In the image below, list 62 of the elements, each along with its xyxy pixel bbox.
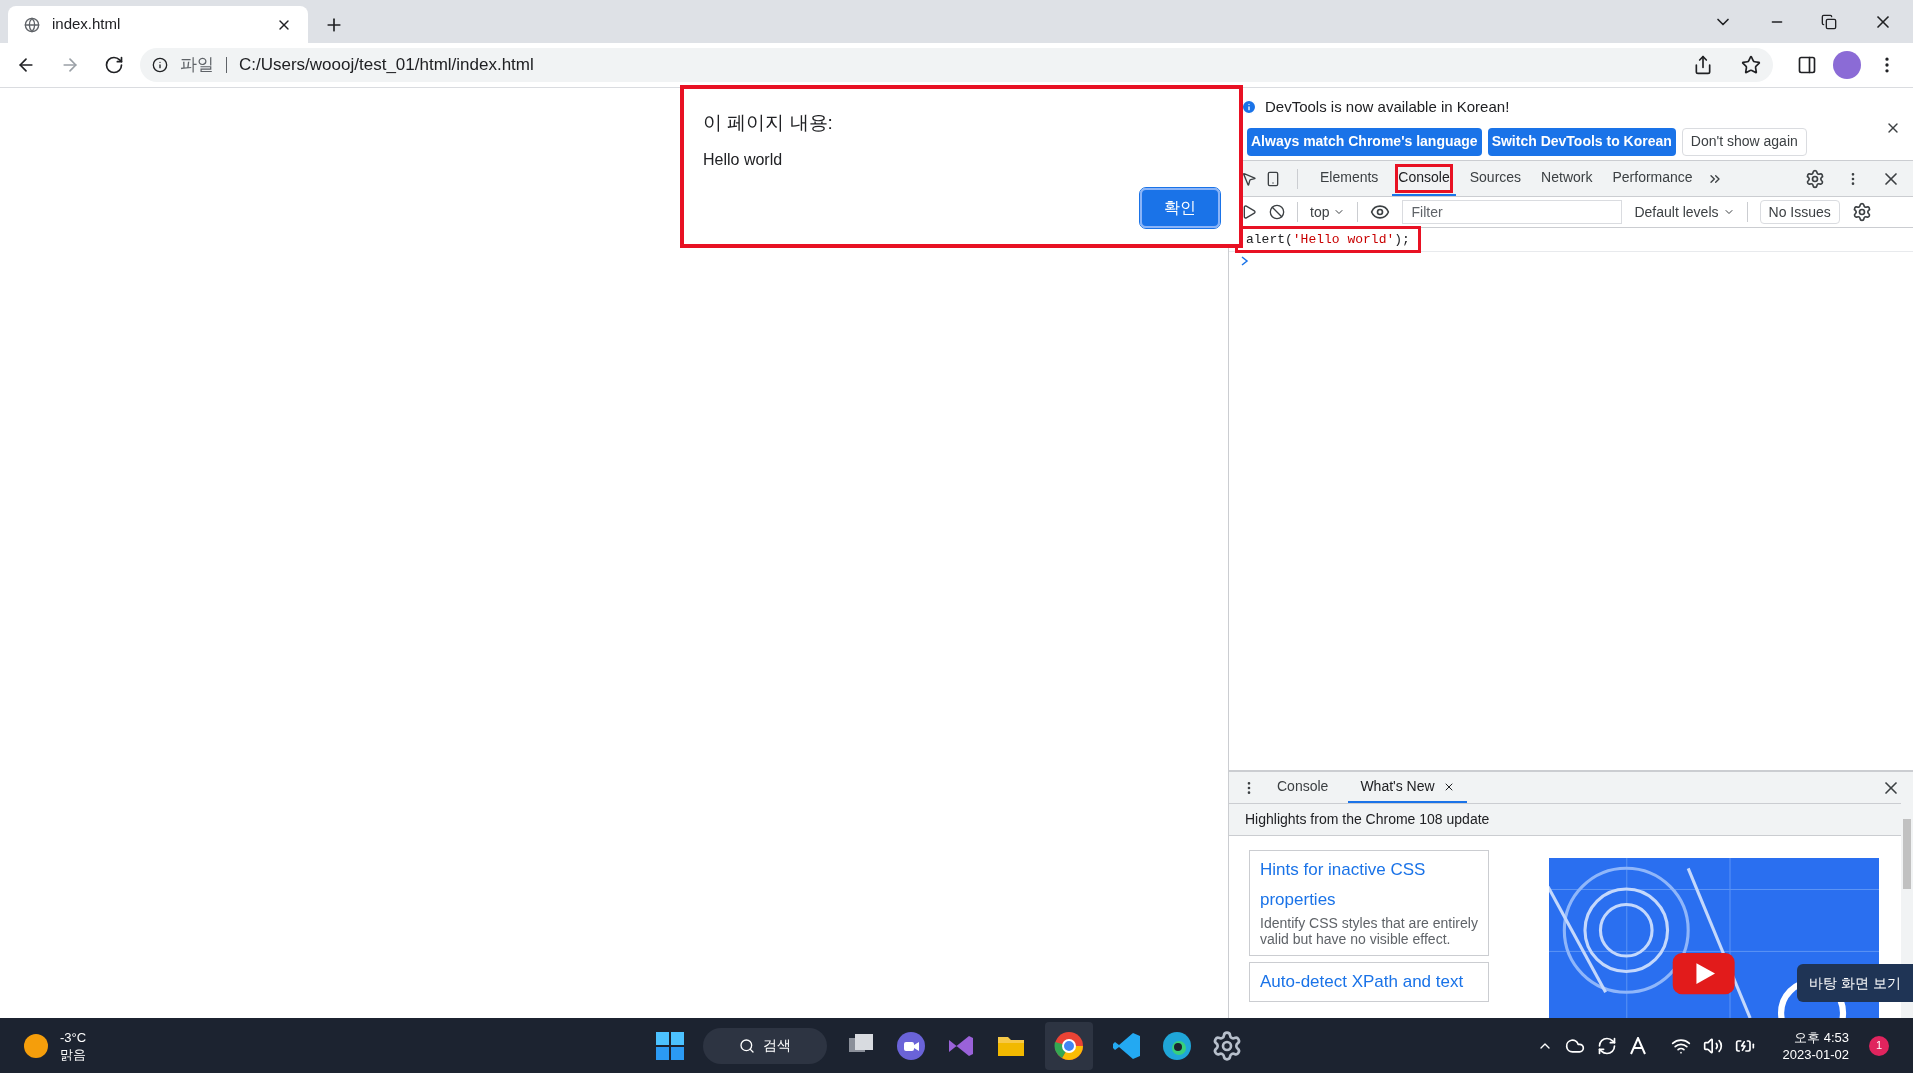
clock-date: 2023-01-02 <box>1782 1045 1849 1063</box>
clock[interactable]: 오후 4:53 2023-01-02 <box>1782 1028 1849 1063</box>
weather-condition: 맑음 <box>60 1045 87 1063</box>
inspect-icon[interactable] <box>1241 170 1257 187</box>
input-method-icon[interactable] <box>1628 1036 1647 1055</box>
bookmark-star-icon[interactable] <box>1741 55 1761 75</box>
temperature: -3°C <box>60 1028 87 1046</box>
scrollbar-thumb[interactable] <box>1903 819 1911 889</box>
infobar-button[interactable]: Switch DevTools to Korean <box>1487 127 1676 156</box>
devtools-tab[interactable]: Performance <box>1606 161 1699 196</box>
scheme-label: 파일 <box>180 54 214 77</box>
info-icon <box>152 57 168 73</box>
drawer-tab[interactable]: Console <box>1265 772 1341 804</box>
sidebar-toggle-icon[interactable] <box>1241 204 1257 220</box>
sync-icon[interactable] <box>1596 1035 1617 1056</box>
url-text: C:/Users/woooj/test_01/html/index.html <box>239 54 534 77</box>
infobar-button[interactable]: Always match Chrome's language <box>1247 127 1482 156</box>
dialog-title: 이 페이지 내용: <box>703 111 834 135</box>
search-icon <box>739 1037 755 1054</box>
prompt-chevron-icon <box>1241 256 1249 266</box>
clear-console-icon[interactable] <box>1269 204 1285 220</box>
live-expression-icon[interactable] <box>1370 202 1391 222</box>
drawer-header: Highlights from the Chrome 108 update <box>1245 810 1490 830</box>
sun-icon <box>24 1033 48 1058</box>
windows-logo-icon[interactable] <box>655 1030 685 1061</box>
devtools-tab[interactable]: Network <box>1535 161 1599 196</box>
levels-dropdown[interactable]: Default levels <box>1634 201 1735 223</box>
devtools-tab[interactable]: Sources <box>1463 161 1528 196</box>
ok-button[interactable]: 확인 <box>1140 187 1220 228</box>
browser-tab[interactable]: index.html <box>8 6 308 43</box>
issues-button[interactable]: No Issues <box>1759 200 1840 224</box>
notification-badge[interactable]: 1 <box>1869 1035 1889 1056</box>
side-panel-icon[interactable] <box>1797 55 1817 75</box>
card-title[interactable]: Auto-detect XPath and text <box>1260 967 1478 997</box>
tab-title: index.html <box>52 14 122 35</box>
filter-field[interactable]: Filter <box>1402 200 1623 224</box>
browser-icon[interactable] <box>1053 1029 1085 1062</box>
restore-icon[interactable] <box>1821 13 1837 30</box>
infobar-button[interactable]: Don't show again <box>1681 127 1807 156</box>
settings-icon[interactable] <box>1805 168 1825 189</box>
globe-icon <box>24 16 40 33</box>
context-dropdown[interactable]: top <box>1310 201 1346 223</box>
devtools-tab[interactable]: Console <box>1392 161 1456 196</box>
clock-time: 오후 4:53 <box>1794 1028 1849 1046</box>
address-field[interactable]: 파일 C:/Users/woooj/test_01/html/index.html <box>140 48 1773 82</box>
device-toolbar-icon[interactable] <box>1265 170 1281 187</box>
share-icon[interactable] <box>1693 55 1713 75</box>
tooltip: 바탕 화면 보기 <box>1797 964 1913 1002</box>
feature-card[interactable]: Auto-detect XPath and text <box>1249 962 1489 1002</box>
card-description: Identify CSS styles that are entirely valid but have no visible effect. <box>1260 915 1478 949</box>
card-title[interactable]: Hints for inactive CSS properties <box>1260 855 1478 915</box>
video-camera-icon[interactable] <box>895 1029 927 1062</box>
dialog-message: Hello world <box>703 149 784 170</box>
feature-card[interactable]: Hints for inactive CSS properties Identify CSS styles that are entirely valid but have no visible effect. <box>1249 850 1489 956</box>
settings-icon[interactable] <box>1211 1029 1243 1062</box>
reload-icon[interactable] <box>104 55 124 75</box>
search-button[interactable]: 검색 <box>703 1027 827 1064</box>
profile-avatar[interactable] <box>1833 51 1861 79</box>
info-message: DevTools is now available in Korean! <box>1265 97 1510 117</box>
console-settings-icon[interactable] <box>1851 202 1872 222</box>
devtools-tab[interactable]: Elements <box>1314 161 1385 196</box>
volume-icon[interactable] <box>1702 1035 1723 1056</box>
